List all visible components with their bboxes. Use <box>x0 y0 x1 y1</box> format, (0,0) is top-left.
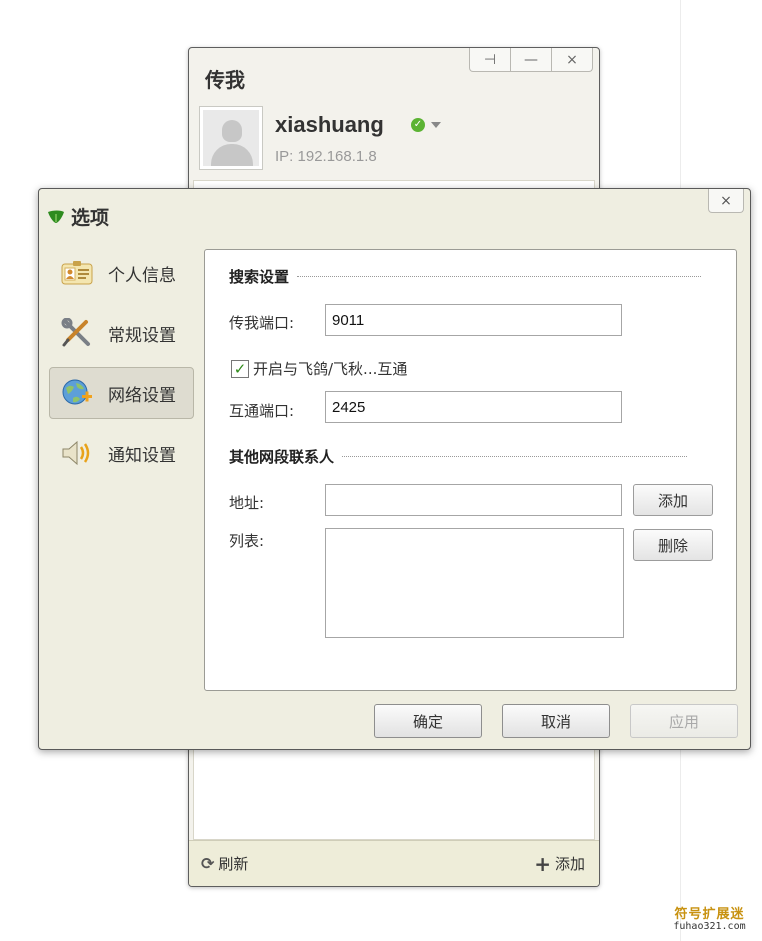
nav-item-network-settings[interactable]: 网络设置 <box>49 367 194 419</box>
nav-item-personal-info[interactable]: 个人信息 <box>49 247 194 299</box>
nav-label-personal-info: 个人信息 <box>108 265 176 286</box>
nav-label-general-settings: 常规设置 <box>108 325 176 346</box>
online-status-icon[interactable]: ✓ <box>411 118 425 132</box>
default-avatar-icon <box>203 110 259 166</box>
cancel-button[interactable]: 取消 <box>502 704 610 738</box>
section-divider <box>342 456 688 457</box>
leaf-logo-icon <box>48 210 64 223</box>
nav-label-notification-settings: 通知设置 <box>108 445 176 466</box>
address-label: 地址: <box>229 494 265 512</box>
interop-checkbox-label: 开启与飞鸽/飞秋...互通 <box>253 360 408 378</box>
status-dropdown-icon[interactable] <box>431 122 441 128</box>
main-bottom-bar: ⟳ 刷新 + 添加 <box>189 840 599 886</box>
list-label: 列表: <box>229 532 265 550</box>
dialog-title: 选项 <box>71 207 110 229</box>
watermark-line-1: 符号扩展迷 <box>674 907 745 922</box>
dialog-close-button[interactable]: × <box>708 189 744 213</box>
nav-item-general-settings[interactable]: 常规设置 <box>49 307 194 359</box>
add-address-button[interactable]: 添加 <box>633 484 713 516</box>
other-contacts-heading: 其他网段联系人 <box>229 448 335 466</box>
close-button[interactable]: × <box>551 48 593 72</box>
nav-label-network-settings: 网络设置 <box>108 385 176 406</box>
main-window-title: 传我 <box>205 68 245 92</box>
options-nav: 个人信息 常规设置 网络设置 通知设置 <box>49 247 194 487</box>
search-settings-heading: 搜索设置 <box>229 268 290 286</box>
minimize-button[interactable]: — <box>510 48 552 72</box>
speaker-icon <box>62 440 90 466</box>
interop-checkbox-row[interactable]: ✓ 开启与飞鸽/飞秋...互通 <box>231 358 407 379</box>
pin-button[interactable]: ⊣ <box>469 48 511 72</box>
section-divider <box>297 276 702 277</box>
watermark-line-2: fuhao321.com <box>673 921 746 932</box>
window-controls: ⊣ — × <box>469 48 593 72</box>
refresh-button[interactable]: ⟳ 刷新 <box>201 853 248 874</box>
search-settings-section: 搜索设置 <box>229 266 702 287</box>
port-input[interactable] <box>325 304 622 336</box>
interop-port-label: 互通端口: <box>229 402 295 420</box>
ip-address: IP: 192.168.1.8 <box>275 148 377 165</box>
username: xiashuang <box>275 112 384 137</box>
apply-button[interactable]: 应用 <box>630 704 738 738</box>
refresh-label: 刷新 <box>218 855 249 873</box>
network-icon <box>62 379 92 405</box>
watermark-logo: 符号扩展迷 fuhao321.com <box>662 903 757 932</box>
interop-port-input[interactable] <box>325 391 622 423</box>
ok-button[interactable]: 确定 <box>374 704 482 738</box>
other-contacts-section: 其他网段联系人 <box>229 446 688 467</box>
nav-item-notification-settings[interactable]: 通知设置 <box>49 427 194 479</box>
options-dialog: 选项 × 个人信息 常规设置 网络设置 通知设置 搜索设置 传我端口: 9011… <box>38 188 751 750</box>
delete-address-button[interactable]: 删除 <box>633 529 713 561</box>
plus-icon: + <box>534 851 551 876</box>
address-list[interactable] <box>325 528 624 638</box>
add-label: 添加 <box>554 855 585 873</box>
network-settings-panel: 搜索设置 传我端口: ✓ 开启与飞鸽/飞秋...互通 互通端口: 其他网段联系人… <box>204 249 737 691</box>
add-contact-button[interactable]: + 添加 <box>534 853 585 874</box>
dialog-title-bar: 选项 <box>47 203 109 230</box>
id-card-icon <box>61 261 93 285</box>
port-label: 传我端口: <box>229 314 295 332</box>
tools-icon <box>61 318 90 347</box>
refresh-icon: ⟳ <box>201 854 215 873</box>
interop-checkbox[interactable]: ✓ <box>231 359 249 378</box>
address-input[interactable] <box>325 484 622 516</box>
avatar[interactable] <box>199 106 263 170</box>
